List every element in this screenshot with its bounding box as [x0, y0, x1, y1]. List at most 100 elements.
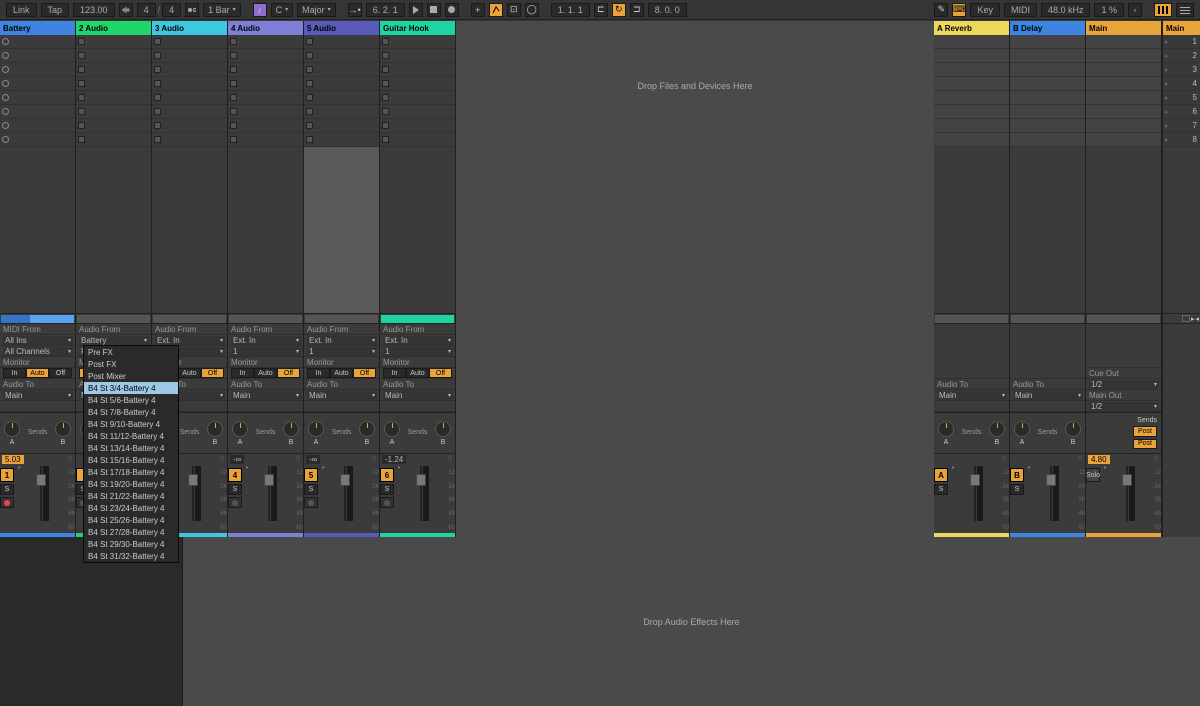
clip-slot[interactable] [152, 105, 227, 119]
clip-slot[interactable] [76, 77, 151, 91]
input-channel-select[interactable]: 1 [307, 347, 377, 356]
scene-launch[interactable]: 8 [1163, 133, 1200, 147]
input-type-select[interactable]: Ext. In [383, 336, 453, 345]
arm-button[interactable] [0, 497, 14, 508]
track-header[interactable]: Guitar Hook [380, 21, 455, 35]
sig-den[interactable]: 4 [162, 3, 181, 17]
input-type-select[interactable]: Battery [79, 336, 149, 345]
clip-slot[interactable] [152, 49, 227, 63]
volume-fader[interactable] [173, 454, 220, 533]
volume-fader[interactable] [21, 454, 68, 533]
track-header[interactable]: 2 Audio [76, 21, 151, 35]
track-activator[interactable]: B [1010, 468, 1024, 482]
scene-launch[interactable]: 6 [1163, 105, 1200, 119]
send-b-knob[interactable] [359, 421, 375, 437]
input-channel-select[interactable]: 1 [231, 347, 301, 356]
output-select[interactable]: Main [937, 391, 1007, 400]
follow-icon[interactable]: →• [348, 3, 362, 17]
solo-button[interactable]: S [304, 484, 318, 495]
volume-fader[interactable] [249, 454, 296, 533]
dropdown-item[interactable]: B4 St 9/10-Battery 4 [84, 418, 178, 430]
track-status-bar[interactable] [152, 313, 227, 323]
input-type-select[interactable]: Ext. In [155, 336, 225, 345]
send-b-knob[interactable] [283, 421, 299, 437]
metronome-icon[interactable] [119, 3, 133, 17]
monitor-auto-button[interactable]: Auto [26, 368, 49, 378]
clip-slot[interactable] [152, 119, 227, 133]
clip-slot[interactable] [304, 119, 379, 133]
scale-select[interactable]: Major [297, 3, 336, 17]
clip-slot[interactable] [380, 49, 455, 63]
post-button[interactable]: Post [1133, 439, 1157, 450]
monitor-in-button[interactable]: In [383, 368, 406, 378]
track-status-bar[interactable] [934, 313, 1009, 323]
input-type-select[interactable]: All Ins [3, 336, 73, 345]
clip-slot[interactable] [152, 35, 227, 49]
punch-end[interactable]: 8. 0. 0 [648, 3, 687, 17]
send-a-knob[interactable] [308, 421, 324, 437]
track-status-bar[interactable] [228, 313, 303, 323]
dropdown-item[interactable]: B4 St 21/22-Battery 4 [84, 490, 178, 502]
clip-slot[interactable] [304, 63, 379, 77]
cue-out-select[interactable]: 1/2 [1089, 380, 1159, 389]
send-b-knob[interactable] [435, 421, 451, 437]
clip-slot[interactable] [228, 105, 303, 119]
return-toggle-icon[interactable]: ▸ [1191, 315, 1195, 322]
punch-in-icon[interactable]: ⊏ [594, 3, 608, 17]
sig-num[interactable]: 4 [137, 3, 156, 17]
send-a-knob[interactable] [384, 421, 400, 437]
solo-button[interactable]: S [1010, 484, 1024, 495]
input-type-select[interactable]: Ext. In [231, 336, 301, 345]
solo-button[interactable]: Solo [1086, 468, 1100, 482]
dropdown-item[interactable]: B4 St 25/26-Battery 4 [84, 514, 178, 526]
input-channel-select[interactable]: 1 [383, 347, 453, 356]
output-select[interactable]: Main [3, 391, 73, 400]
overload-icon[interactable]: ◦ [1128, 3, 1142, 17]
clip-slot[interactable] [380, 63, 455, 77]
track-activator[interactable]: 5 [304, 468, 318, 482]
volume-fader[interactable] [325, 454, 372, 533]
clip-slot[interactable] [0, 91, 75, 105]
monitor-auto-button[interactable]: Auto [406, 368, 429, 378]
volume-fader[interactable] [955, 454, 1002, 533]
clip-slot[interactable] [0, 35, 75, 49]
dropdown-item[interactable]: B4 St 7/8-Battery 4 [84, 406, 178, 418]
track-header[interactable]: 4 Audio [228, 21, 303, 35]
clip-slot[interactable] [380, 119, 455, 133]
arm-button[interactable] [228, 497, 242, 508]
dropdown-item[interactable]: B4 St 19/20-Battery 4 [84, 478, 178, 490]
scene-launch[interactable]: 5 [1163, 91, 1200, 105]
dropdown-item[interactable]: B4 St 13/14-Battery 4 [84, 442, 178, 454]
clip-slot[interactable] [304, 77, 379, 91]
clip-slot[interactable] [304, 133, 379, 147]
dropdown-item[interactable]: Post FX [84, 358, 178, 370]
clip-slot[interactable] [380, 91, 455, 105]
volume-value[interactable]: -∞ [230, 455, 244, 464]
clip-slot[interactable] [228, 91, 303, 105]
drop-zone[interactable]: Drop Files and Devices Here [456, 21, 934, 537]
volume-fader[interactable] [1107, 454, 1154, 533]
clip-slot[interactable] [228, 35, 303, 49]
clip-slot[interactable] [152, 77, 227, 91]
monitor-off-button[interactable]: Off [201, 368, 224, 378]
play-button[interactable] [409, 3, 423, 17]
loop-icon[interactable]: ↻ [612, 3, 626, 17]
clip-slot[interactable] [0, 49, 75, 63]
scene-header[interactable]: Main [1163, 21, 1200, 35]
dropdown-item[interactable]: B4 St 17/18-Battery 4 [84, 466, 178, 478]
tap-button[interactable]: Tap [41, 3, 70, 17]
clip-slot[interactable] [304, 49, 379, 63]
scene-launch[interactable]: 3 [1163, 63, 1200, 77]
monitor-auto-button[interactable]: Auto [330, 368, 353, 378]
send-a-knob[interactable] [232, 421, 248, 437]
monitor-off-button[interactable]: Off [353, 368, 376, 378]
quantization-select[interactable]: 1 Bar [203, 3, 241, 17]
clip-slot[interactable] [304, 35, 379, 49]
clip-slot[interactable] [228, 77, 303, 91]
scene-launch[interactable]: 1 [1163, 35, 1200, 49]
track-header[interactable]: A Reverb [934, 21, 1009, 35]
record-button[interactable] [445, 3, 459, 17]
arrangement-view-icon[interactable] [1176, 3, 1194, 17]
clip-slot[interactable] [380, 133, 455, 147]
track-activator[interactable]: 6 [380, 468, 394, 482]
